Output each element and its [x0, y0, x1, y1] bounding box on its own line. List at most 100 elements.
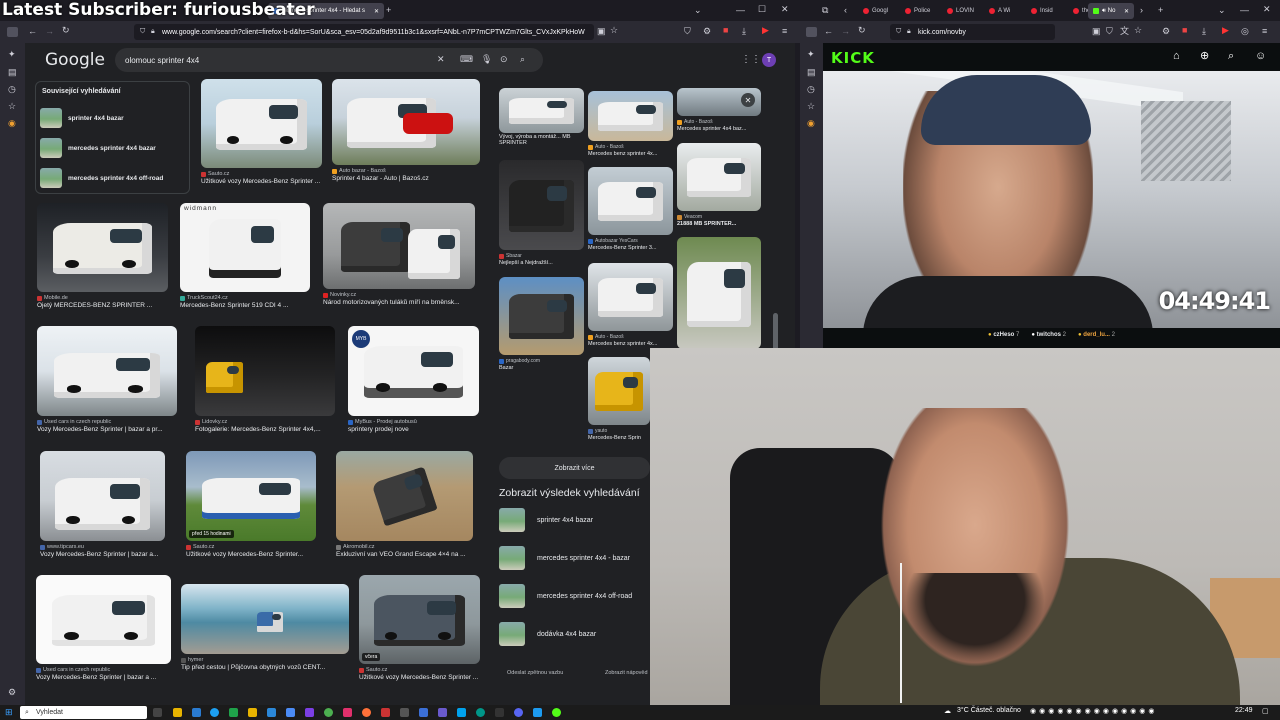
tab-overview-icon[interactable]: ⧉	[822, 6, 828, 15]
result-image[interactable]	[499, 88, 584, 133]
reload-icon[interactable]: ↻	[858, 26, 866, 35]
stream-video-player[interactable]: 04:49:41	[823, 71, 1280, 328]
pocket-icon[interactable]: ⛉	[1106, 27, 1113, 36]
app-icon[interactable]	[457, 708, 466, 717]
extension-sidebar-icon[interactable]: ◉	[8, 118, 16, 129]
url-field[interactable]: ⛉ 🔒︎ www.google.com/search?client=firefo…	[134, 24, 594, 40]
bookmarks-icon[interactable]: ☆	[807, 101, 815, 112]
result-title[interactable]: Mercedes-Benz Sprinter 519 CDI 4 ...	[180, 302, 310, 309]
result-image[interactable]	[332, 79, 480, 165]
result-title[interactable]: Fotogalerie: Mercedes-Benz Sprinter 4x4,…	[195, 426, 335, 433]
minimize-icon[interactable]: —	[736, 6, 745, 15]
window-close-icon[interactable]: ✕	[1263, 5, 1271, 14]
result-title[interactable]: Mercedes benz sprinter 4x...	[588, 151, 673, 157]
tray-icons[interactable]: ◉◉◉◉◉◉◉◉◉◉◉◉◉◉	[1030, 707, 1158, 715]
result-title[interactable]: Ojetý MERCEDES-BENZ SPRINTER ...	[37, 302, 168, 309]
chat-user[interactable]: derd_lu...	[1083, 332, 1110, 338]
speaker-icon[interactable]: 🔊︎	[1102, 8, 1106, 15]
result-image[interactable]	[181, 584, 349, 654]
result-title[interactable]: Vozy Mercedes-Benz Sprinter | bazar a...	[40, 551, 165, 558]
result-title[interactable]: sprintery prodej nove	[348, 426, 479, 433]
app-icon[interactable]	[305, 708, 314, 717]
notification-icon[interactable]: ▢	[1262, 707, 1269, 715]
result-title[interactable]: Mercedes benz sprinter 4x...	[588, 341, 673, 347]
close-tab-icon[interactable]: ✕	[1124, 8, 1129, 15]
ublock-icon[interactable]: ■	[1182, 26, 1187, 35]
discord-icon[interactable]	[514, 708, 523, 717]
scroll-tabs-left-icon[interactable]: ‹	[844, 6, 847, 15]
result-image[interactable]	[201, 79, 322, 168]
user-menu-icon[interactable]: ☺	[1255, 51, 1266, 62]
result-image[interactable]	[499, 277, 584, 355]
side-result[interactable]: Sbazar Nejlepší a Nejdražší...	[499, 160, 584, 266]
side-result[interactable]: Auto - Bazoš Mercedes benz sprinter 4x..…	[588, 91, 673, 157]
image-result[interactable]: MYB MyBus - Prodej autobusů sprintery pr…	[348, 326, 479, 433]
window-close-icon[interactable]: ✕	[781, 5, 789, 14]
kick-logo[interactable]: KICK	[831, 49, 875, 67]
bookmarks-icon[interactable]: ☆	[8, 101, 16, 112]
voice-search-icon[interactable]: 🎙︎	[481, 55, 492, 64]
result-title[interactable]: Vozy Mercedes-Benz Sprinter | bazar a pr…	[37, 426, 177, 433]
app-icon[interactable]	[476, 708, 485, 717]
google-logo[interactable]: Google	[45, 50, 105, 70]
result-title[interactable]: Užitkové vozy Mercedes-Benz Sprinter...	[186, 551, 316, 558]
apps-grid-icon[interactable]: ⋮⋮	[741, 55, 761, 65]
side-result[interactable]: pragabody.com Bazar	[499, 277, 584, 371]
extension-sidebar-icon[interactable]: ◉	[807, 118, 815, 129]
search-icon[interactable]: ⌕	[1228, 51, 1234, 62]
account-icon[interactable]: ◎	[1241, 27, 1249, 36]
clock[interactable]: 22:49	[1235, 707, 1253, 714]
bookmark-star-icon[interactable]: ☆	[610, 26, 618, 35]
result-image[interactable]: widmann	[180, 203, 310, 292]
app-icon[interactable]	[438, 708, 447, 717]
reader-icon[interactable]: ▣	[597, 27, 606, 36]
ai-chat-icon[interactable]: ✦	[807, 49, 815, 60]
side-result[interactable]: Autobazar YesCars Mercedes-Benz Sprinter…	[588, 167, 673, 251]
more-search-item[interactable]: mercedes sprinter 4x4 off-road	[499, 583, 632, 609]
side-result[interactable]: Veacom 21888 MB SPRINTER...	[677, 143, 761, 227]
lens-icon[interactable]: ⊙	[500, 55, 508, 64]
result-title[interactable]: Národ motorizovaných tuláků míří na brně…	[323, 299, 475, 306]
weather-icon[interactable]: ☁	[944, 707, 951, 715]
history-icon[interactable]: ◷	[807, 84, 815, 95]
result-title[interactable]: Mercedes sprinter 4x4 baz...	[677, 126, 761, 132]
image-result[interactable]: před 15 hodinami Sauto.cz Užitkové vozy …	[186, 451, 316, 558]
account-avatar[interactable]: T	[762, 53, 776, 67]
synced-tabs-icon[interactable]: ▤	[807, 67, 816, 78]
tab-item[interactable]: Googl	[858, 3, 900, 19]
result-image[interactable]	[588, 357, 650, 425]
result-image[interactable]: včera	[359, 575, 480, 664]
downloads-icon[interactable]: ⤓	[742, 27, 746, 36]
maximize-icon[interactable]: ☐	[758, 5, 766, 14]
result-image[interactable]	[195, 326, 335, 416]
history-icon[interactable]: ◷	[8, 84, 16, 95]
ai-chat-icon[interactable]: ✦	[8, 49, 16, 60]
related-item[interactable]: sprinter 4x4 bazar	[40, 106, 124, 130]
related-item[interactable]: mercedes sprinter 4x4 bazar	[40, 136, 156, 160]
new-tab-icon[interactable]: +	[1158, 6, 1163, 15]
start-icon[interactable]: ⊞	[5, 708, 13, 717]
result-image[interactable]: MYB	[348, 326, 479, 416]
result-image[interactable]	[588, 263, 673, 331]
image-result[interactable]: včera Sauto.cz Užitkové vozy Mercedes-Be…	[359, 575, 480, 681]
menu-icon[interactable]: ≡	[782, 27, 787, 36]
downloads-icon[interactable]: ⤓	[1202, 27, 1206, 36]
app-icon[interactable]	[533, 708, 542, 717]
results-scrollbar[interactable]	[773, 313, 778, 351]
tab-item[interactable]: LOVIN	[942, 3, 984, 19]
extensions-icon[interactable]: ⚙	[703, 27, 711, 36]
synced-tabs-icon[interactable]: ▤	[8, 67, 17, 78]
image-result[interactable]: www.tipcars.eu Vozy Mercedes-Benz Sprint…	[40, 451, 165, 558]
obs-icon[interactable]	[495, 708, 504, 717]
result-title[interactable]: Užitkové vozy Mercedes-Benz Sprinter ...	[201, 178, 322, 185]
result-title[interactable]: Mercedes-Benz Sprinter 3...	[588, 245, 673, 251]
pocket-icon[interactable]: ⛉	[684, 27, 691, 36]
result-image[interactable]	[336, 451, 473, 541]
menu-icon[interactable]: ≡	[1262, 27, 1267, 36]
task-view-icon[interactable]	[153, 708, 162, 717]
result-title[interactable]: Bazar	[499, 365, 584, 371]
image-result[interactable]: Auto bazar - Bazoš Sprinter 4 bazar - Au…	[332, 79, 480, 182]
search-icon[interactable]: ⌕	[520, 55, 525, 64]
kick-app-icon[interactable]	[552, 708, 561, 717]
image-result[interactable]: Mobile.de Ojetý MERCEDES-BENZ SPRINTER .…	[37, 203, 168, 309]
